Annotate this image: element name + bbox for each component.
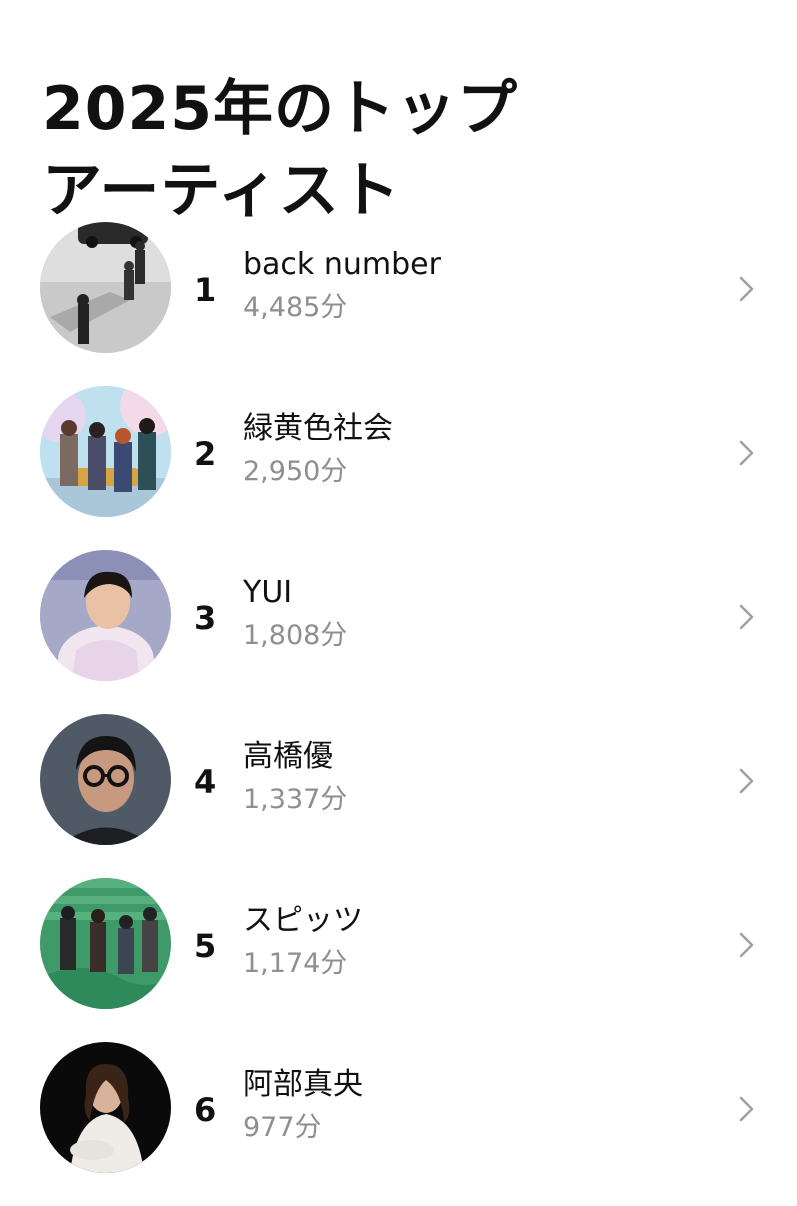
artist-listening-minutes: 1,337分 [243, 784, 348, 815]
artist-row-2[interactable]: 2 緑黄色社会 2,950分 [0, 386, 797, 550]
page-title-line-2: アーティスト [42, 156, 401, 227]
artist-row-5[interactable]: 5 スピッツ 1,174分 [0, 878, 797, 1042]
chevron-right-icon[interactable] [736, 1094, 758, 1124]
artist-avatar [40, 878, 171, 1009]
artist-photo-image [40, 222, 171, 353]
artist-photo-image [40, 878, 171, 1009]
artist-name: 緑黄色社会 [243, 411, 393, 446]
chevron-right-icon[interactable] [736, 274, 758, 304]
artist-avatar [40, 222, 171, 353]
artist-avatar [40, 714, 171, 845]
artist-row-3[interactable]: 3 YUI 1,808分 [0, 550, 797, 714]
artist-listening-minutes: 4,485分 [243, 292, 348, 323]
artist-name: 高橋優 [243, 739, 333, 774]
artist-avatar [40, 386, 171, 517]
artist-photo-image [40, 386, 171, 517]
artist-name: YUI [243, 575, 293, 610]
chevron-right-icon[interactable] [736, 930, 758, 960]
artist-name: back number [243, 247, 441, 282]
artist-avatar [40, 550, 171, 681]
artist-photo-image [40, 1042, 171, 1173]
artist-listening-minutes: 1,808分 [243, 620, 348, 651]
chevron-right-icon[interactable] [736, 602, 758, 632]
artist-listening-minutes: 2,950分 [243, 456, 348, 487]
chevron-right-icon[interactable] [736, 438, 758, 468]
chevron-right-icon[interactable] [736, 766, 758, 796]
top-artists-list: 1 back number 4,485分 2 緑黄色社会 2,950分 3 YU… [0, 222, 797, 1206]
artist-rank: 4 [194, 763, 217, 801]
artist-rank: 1 [194, 271, 217, 309]
artist-rank: 6 [194, 1091, 217, 1129]
artist-avatar [40, 1042, 171, 1173]
artist-row-6[interactable]: 6 阿部真央 977分 [0, 1042, 797, 1206]
artist-row-4[interactable]: 4 高橋優 1,337分 [0, 714, 797, 878]
artist-rank: 3 [194, 599, 217, 637]
artist-name: 阿部真央 [243, 1067, 363, 1102]
page-title: 2025年のトップ アーティスト [42, 68, 742, 232]
artist-listening-minutes: 977分 [243, 1112, 322, 1143]
artist-rank: 2 [194, 435, 217, 473]
artist-row-1[interactable]: 1 back number 4,485分 [0, 222, 797, 386]
artist-rank: 5 [194, 927, 217, 965]
artist-photo-image [40, 550, 171, 681]
artist-listening-minutes: 1,174分 [243, 948, 348, 979]
artist-name: スピッツ [243, 903, 363, 938]
artist-photo-image [40, 714, 171, 845]
page-title-line-1: 2025年のトップ [42, 74, 518, 145]
